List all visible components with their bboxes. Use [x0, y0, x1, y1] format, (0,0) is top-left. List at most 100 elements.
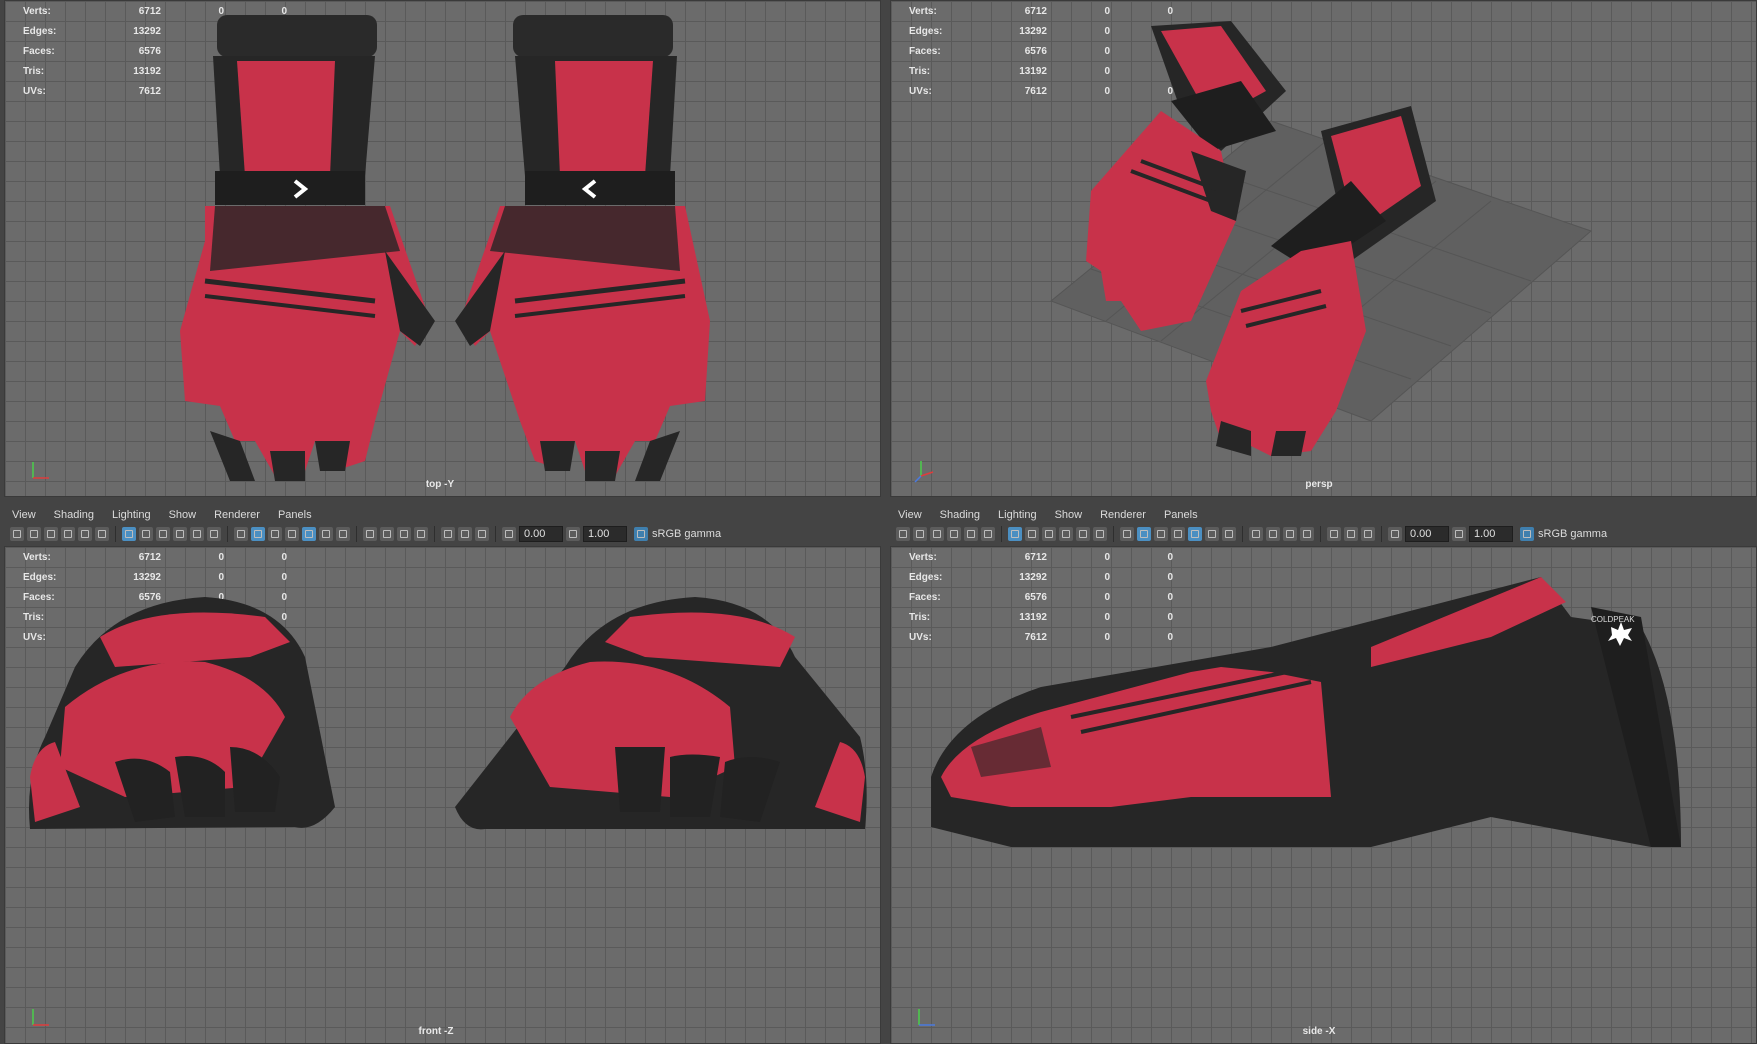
camera-attributes-icon[interactable] — [913, 527, 927, 541]
motion-blur-icon[interactable] — [380, 527, 394, 541]
default-material-icon[interactable] — [268, 527, 282, 541]
gamma-icon[interactable] — [1452, 527, 1466, 541]
toolbar-separator — [1381, 526, 1382, 542]
lights-icon[interactable] — [1205, 527, 1219, 541]
textured-icon[interactable] — [1188, 527, 1202, 541]
toolbar-separator — [495, 526, 496, 542]
menu-view[interactable]: View — [890, 509, 932, 521]
anti-aliasing-icon[interactable] — [1283, 527, 1297, 541]
front-glove-left[interactable] — [29, 597, 335, 829]
anti-aliasing-icon[interactable] — [397, 527, 411, 541]
color-space-label[interactable]: sRGB gamma — [1538, 528, 1607, 540]
gamma-field[interactable]: 1.00 — [583, 526, 627, 542]
xray-icon[interactable] — [458, 527, 472, 541]
image-plane-icon[interactable] — [61, 527, 75, 541]
isolate-select-icon[interactable] — [1327, 527, 1341, 541]
menu-lighting[interactable]: Lighting — [104, 509, 161, 521]
view-transform-icon[interactable] — [634, 527, 648, 541]
gate-mask-icon[interactable] — [1042, 527, 1056, 541]
toolbar-separator — [356, 526, 357, 542]
menu-panels[interactable]: Panels — [270, 509, 322, 521]
menu-shading[interactable]: Shading — [932, 509, 990, 521]
side-glove[interactable]: COLDPEAK — [931, 577, 1681, 847]
grid-toggle-icon[interactable] — [1008, 527, 1022, 541]
resolution-gate-icon[interactable] — [1025, 527, 1039, 541]
exposure-icon[interactable] — [502, 527, 516, 541]
safe-title-icon[interactable] — [1093, 527, 1107, 541]
xray-joints-icon[interactable] — [1361, 527, 1375, 541]
smooth-shade-icon[interactable] — [1137, 527, 1151, 541]
glove-model-side[interactable]: COLDPEAK — [891, 547, 1757, 1044]
glove-model-top[interactable] — [5, 1, 881, 497]
menu-lighting[interactable]: Lighting — [990, 509, 1047, 521]
model-brand-text: COLDPEAK — [1591, 615, 1635, 624]
shadows-icon[interactable] — [336, 527, 350, 541]
isolate-select-icon[interactable] — [441, 527, 455, 541]
safe-action-icon[interactable] — [190, 527, 204, 541]
right-glove[interactable] — [455, 15, 710, 481]
wireframe-on-shaded-icon[interactable] — [1171, 527, 1185, 541]
image-plane-icon[interactable] — [947, 527, 961, 541]
menu-renderer[interactable]: Renderer — [206, 509, 270, 521]
color-management[interactable]: sRGB gamma — [634, 527, 721, 541]
bookmark-icon[interactable] — [44, 527, 58, 541]
left-glove[interactable] — [180, 15, 435, 481]
resolution-gate-icon[interactable] — [139, 527, 153, 541]
menu-show[interactable]: Show — [161, 509, 207, 521]
viewport-side[interactable]: Verts: 6712 0 0 Edges: 13292 0 0 Faces: 6576 0 0 … — [890, 546, 1757, 1044]
field-chart-icon[interactable] — [1059, 527, 1073, 541]
menu-show[interactable]: Show — [1047, 509, 1093, 521]
glove-model-front[interactable] — [5, 547, 881, 1044]
menu-view[interactable]: View — [4, 509, 46, 521]
lights-icon[interactable] — [319, 527, 333, 541]
view-transform-icon[interactable] — [1520, 527, 1534, 541]
menu-renderer[interactable]: Renderer — [1092, 509, 1156, 521]
wireframe-on-shaded-icon[interactable] — [285, 527, 299, 541]
ambient-occlusion-icon[interactable] — [1249, 527, 1263, 541]
motion-blur-icon[interactable] — [1266, 527, 1280, 541]
camera-icon[interactable] — [10, 527, 24, 541]
toolbar-separator — [1113, 526, 1114, 542]
menu-panels[interactable]: Panels — [1156, 509, 1208, 521]
shadows-icon[interactable] — [1222, 527, 1236, 541]
color-management[interactable]: sRGB gamma — [1520, 527, 1607, 541]
toolbar-separator — [227, 526, 228, 542]
viewport-persp[interactable]: Verts:671200 Edges:1329200 Faces:657600 … — [890, 0, 1757, 497]
xray-icon[interactable] — [1344, 527, 1358, 541]
axis-gizmo-icon — [918, 1009, 935, 1026]
camera-icon[interactable] — [896, 527, 910, 541]
safe-title-icon[interactable] — [207, 527, 221, 541]
depth-of-field-icon[interactable] — [1300, 527, 1314, 541]
grid-icon[interactable] — [78, 527, 92, 541]
wireframe-icon[interactable] — [234, 527, 248, 541]
exposure-icon[interactable] — [1388, 527, 1402, 541]
xray-joints-icon[interactable] — [475, 527, 489, 541]
glove-model-persp[interactable] — [891, 1, 1757, 497]
field-chart-icon[interactable] — [173, 527, 187, 541]
exposure-field[interactable]: 0.00 — [1405, 526, 1449, 542]
ambient-occlusion-icon[interactable] — [363, 527, 377, 541]
viewport-front[interactable]: Verts: 6712 0 0 Edges: 13292 0 0 Faces: 6576 0 0 … — [4, 546, 881, 1044]
front-glove-right[interactable] — [455, 597, 867, 830]
depth-of-field-icon[interactable] — [414, 527, 428, 541]
viewport-top[interactable]: Verts:671200 Edges:1329200 Faces:657600 … — [4, 0, 881, 497]
axis-gizmo-icon — [914, 461, 934, 483]
bookmark-icon[interactable] — [930, 527, 944, 541]
exposure-field[interactable]: 0.00 — [519, 526, 563, 542]
textured-icon[interactable] — [302, 527, 316, 541]
gamma-icon[interactable] — [566, 527, 580, 541]
safe-action-icon[interactable] — [1076, 527, 1090, 541]
film-gate-icon[interactable] — [981, 527, 995, 541]
grid-icon[interactable] — [964, 527, 978, 541]
smooth-shade-icon[interactable] — [251, 527, 265, 541]
grid-toggle-icon[interactable] — [122, 527, 136, 541]
wireframe-icon[interactable] — [1120, 527, 1134, 541]
default-material-icon[interactable] — [1154, 527, 1168, 541]
gamma-field[interactable]: 1.00 — [1469, 526, 1513, 542]
menu-shading[interactable]: Shading — [46, 509, 104, 521]
color-space-label[interactable]: sRGB gamma — [652, 528, 721, 540]
film-gate-icon[interactable] — [95, 527, 109, 541]
gate-mask-icon[interactable] — [156, 527, 170, 541]
camera-attributes-icon[interactable] — [27, 527, 41, 541]
camera-label: side -X — [1302, 1026, 1336, 1037]
